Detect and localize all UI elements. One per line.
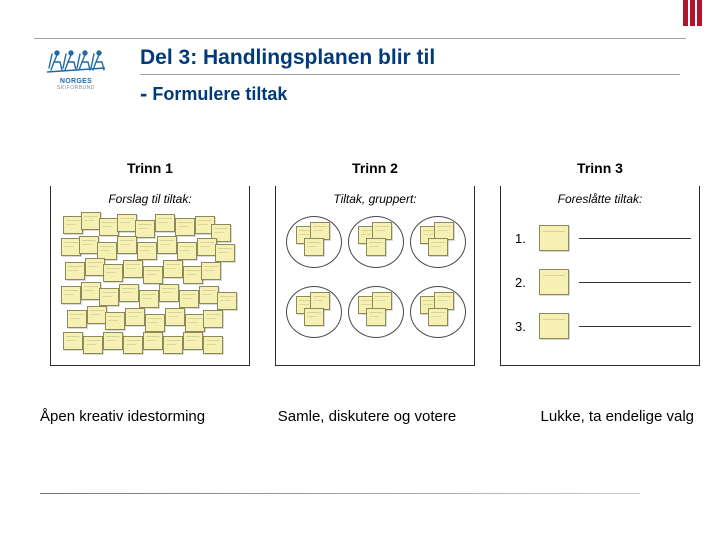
step-3-title: Trinn 3 <box>500 160 700 176</box>
steps-row: Trinn 1 Forslag til tiltak: <box>50 160 700 366</box>
step-2: Trinn 2 Tiltak, gruppert: <box>275 160 475 366</box>
step-2-panel: Tiltak, gruppert: <box>275 186 475 366</box>
sticky-icon <box>539 313 569 339</box>
step-1-title: Trinn 1 <box>50 160 250 176</box>
step-3: Trinn 3 Foreslåtte tiltak: 1. 2. 3. <box>500 160 700 366</box>
step-2-heading: Tiltak, gruppert: <box>282 192 468 206</box>
rank-list: 1. 2. 3. <box>515 216 691 348</box>
slide-subtitle: - Formulere tiltak <box>140 75 680 107</box>
title-block: Del 3: Handlingsplanen blir til - Formul… <box>140 46 680 107</box>
sticky-icon <box>539 225 569 251</box>
corner-accent-bars <box>683 0 702 26</box>
caption-1: Åpen kreativ idestorming <box>40 408 258 425</box>
brand-name: NORGES <box>40 78 112 85</box>
brand-logo: NORGES SKIFORBUND <box>40 48 112 91</box>
rank-row-3: 3. <box>515 304 691 348</box>
top-divider <box>34 38 686 39</box>
bottom-divider <box>40 493 640 494</box>
step-1-heading: Forslag til tiltak: <box>57 192 243 206</box>
slide-title: Del 3: Handlingsplanen blir til <box>140 46 680 75</box>
captions-row: Åpen kreativ idestorming Samle, diskuter… <box>40 408 700 425</box>
step-1-panel: Forslag til tiltak: <box>50 186 250 366</box>
step-1: Trinn 1 Forslag til tiltak: <box>50 160 250 366</box>
step-3-heading: Foreslåtte tiltak: <box>507 192 693 206</box>
caption-2: Samle, diskutere og votere <box>258 408 476 425</box>
sticky-icon <box>539 269 569 295</box>
rank-row-2: 2. <box>515 260 691 304</box>
step-3-panel: Foreslåtte tiltak: 1. 2. 3. <box>500 186 700 366</box>
skiers-icon <box>47 48 105 76</box>
rank-row-1: 1. <box>515 216 691 260</box>
brand-subname: SKIFORBUND <box>40 85 112 91</box>
step-2-title: Trinn 2 <box>275 160 475 176</box>
caption-3: Lukke, ta endelige valg <box>476 408 700 425</box>
